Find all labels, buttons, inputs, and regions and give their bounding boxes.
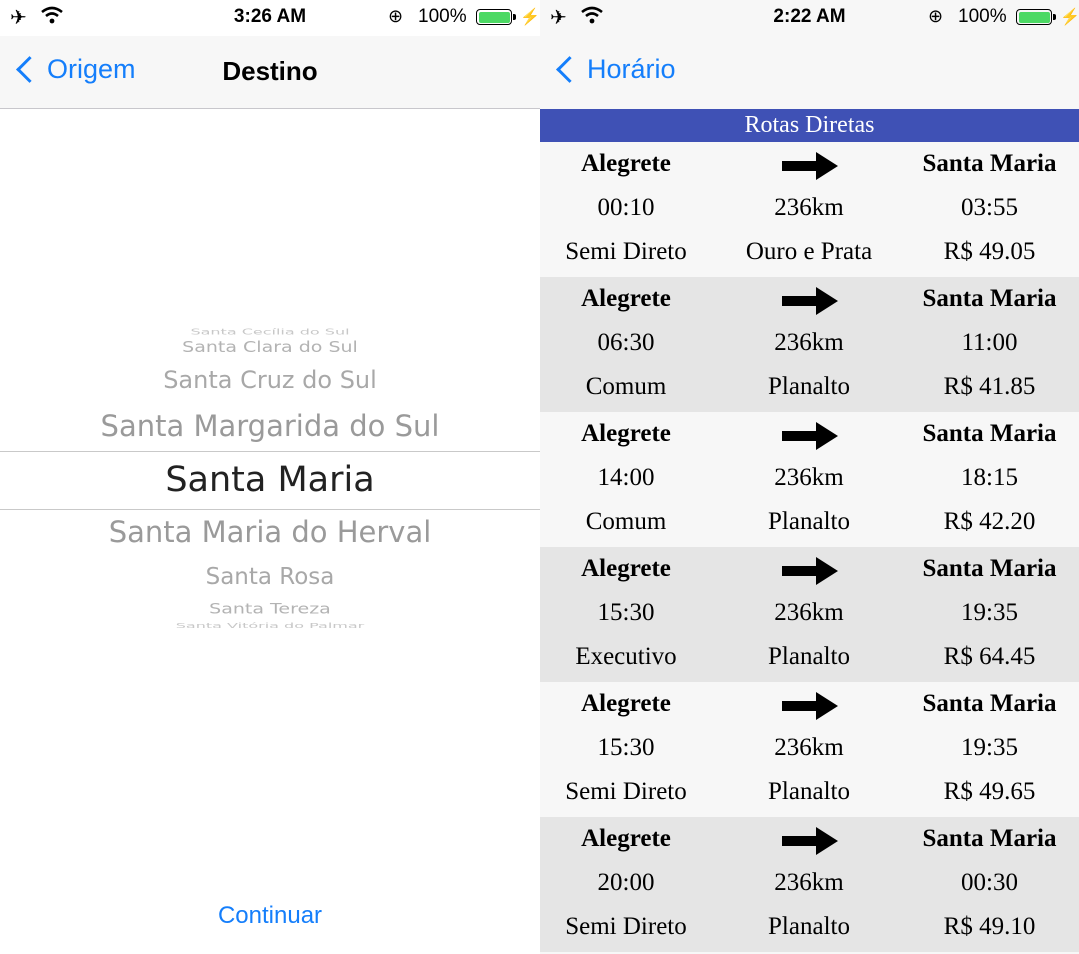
route-row[interactable]: Alegrete Santa Maria 15:30 236km 19:35 Semi D… bbox=[540, 682, 1079, 817]
page-title: Destino bbox=[222, 56, 318, 86]
ticket-price: R$ 49.65 bbox=[943, 778, 1036, 805]
arrival-time: 18:15 bbox=[961, 464, 1018, 491]
picker-item[interactable]: Santa Rosa bbox=[0, 564, 540, 590]
battery-icon bbox=[476, 9, 516, 25]
picker-selected-item[interactable]: Santa Maria bbox=[0, 460, 540, 500]
rotation-lock-icon: ⊕ bbox=[928, 6, 944, 26]
destination-city: Santa Maria bbox=[922, 555, 1057, 582]
route-row[interactable]: Alegrete Santa Maria 06:30 236km 11:00 Comum P… bbox=[540, 277, 1079, 412]
departure-time: 00:10 bbox=[597, 194, 655, 221]
route-row[interactable]: Alegrete Santa Maria 00:10 236km 03:55 Semi D… bbox=[540, 142, 1079, 277]
ticket-price: R$ 49.05 bbox=[943, 238, 1036, 265]
destination-picker-screen: ✈ 3:26 AM ⊕ 100% ⚡ Origem Destino Santa … bbox=[0, 0, 540, 954]
origin-city: Alegrete bbox=[581, 690, 671, 717]
route-row[interactable]: Alegrete Santa Maria 14:00 236km 18:15 Comum P… bbox=[540, 412, 1079, 547]
bus-company: Ouro e Prata bbox=[745, 238, 873, 265]
routes-header: Rotas Diretas bbox=[540, 109, 1079, 142]
arrival-time: 11:00 bbox=[961, 329, 1018, 356]
service-type: Executivo bbox=[575, 643, 677, 670]
origin-city: Alegrete bbox=[581, 825, 671, 852]
bus-company: Planalto bbox=[768, 508, 850, 535]
arrival-time: 00:30 bbox=[961, 869, 1018, 896]
distance: 236km bbox=[774, 734, 844, 761]
departure-time: 15:30 bbox=[597, 734, 655, 761]
city-picker-wheel[interactable]: Santa Cecília do Sul Santa Clara do Sul … bbox=[0, 320, 540, 640]
charging-bolt-icon: ⚡ bbox=[1060, 9, 1079, 26]
distance: 236km bbox=[774, 599, 844, 626]
battery-percent: 100% bbox=[958, 6, 1007, 27]
picker-selection-top-line bbox=[0, 451, 540, 452]
origin-city: Alegrete bbox=[581, 555, 671, 582]
distance: 236km bbox=[774, 194, 844, 221]
destination-city: Santa Maria bbox=[922, 420, 1057, 447]
ticket-price: R$ 42.20 bbox=[943, 508, 1036, 535]
ticket-price: R$ 41.85 bbox=[943, 373, 1036, 400]
departure-time: 06:30 bbox=[597, 329, 655, 356]
departure-time: 14:00 bbox=[597, 464, 655, 491]
picker-item[interactable]: Santa Clara do Sul bbox=[0, 338, 540, 356]
distance: 236km bbox=[774, 329, 844, 356]
service-type: Semi Direto bbox=[565, 778, 687, 805]
destination-city: Santa Maria bbox=[922, 825, 1057, 852]
continue-button[interactable]: Continuar bbox=[0, 902, 540, 930]
battery-icon bbox=[1016, 9, 1056, 25]
arrow-right-icon bbox=[782, 287, 838, 315]
arrow-right-icon bbox=[782, 422, 838, 450]
origin-city: Alegrete bbox=[581, 420, 671, 447]
service-type: Semi Direto bbox=[565, 913, 687, 940]
arrival-time: 19:35 bbox=[961, 599, 1018, 626]
navigation-bar: Origem Destino bbox=[0, 36, 540, 109]
ticket-price: R$ 49.10 bbox=[943, 913, 1036, 940]
destination-city: Santa Maria bbox=[922, 150, 1057, 177]
picker-item[interactable]: Santa Cruz do Sul bbox=[0, 366, 540, 394]
service-type: Semi Direto bbox=[565, 238, 687, 265]
destination-city: Santa Maria bbox=[922, 285, 1057, 312]
departure-time: 15:30 bbox=[597, 599, 655, 626]
picker-selection-bottom-line bbox=[0, 509, 540, 510]
service-type: Comum bbox=[585, 373, 667, 400]
bus-company: Planalto bbox=[768, 643, 850, 670]
ticket-price: R$ 64.45 bbox=[943, 643, 1036, 670]
navigation-bar: Horário bbox=[540, 36, 1079, 108]
arrow-right-icon bbox=[782, 827, 838, 855]
arrow-right-icon bbox=[782, 152, 838, 180]
service-type: Comum bbox=[585, 508, 667, 535]
picker-item[interactable]: Santa Cecília do Sul bbox=[0, 327, 540, 337]
picker-item[interactable]: Santa Tereza bbox=[0, 601, 540, 618]
route-row[interactable]: Alegrete Santa Maria 15:30 236km 19:35 Execut… bbox=[540, 547, 1079, 682]
status-bar: ✈ 2:22 AM ⊕ 100% ⚡ bbox=[540, 0, 1079, 36]
back-button-label: Horário bbox=[587, 54, 676, 84]
status-bar: ✈ 3:26 AM ⊕ 100% ⚡ bbox=[0, 0, 540, 36]
distance: 236km bbox=[774, 464, 844, 491]
battery-percent: 100% bbox=[418, 6, 467, 27]
destination-city: Santa Maria bbox=[922, 690, 1057, 717]
departure-time: 20:00 bbox=[597, 869, 655, 896]
charging-bolt-icon: ⚡ bbox=[520, 9, 540, 26]
schedule-screen: ✈ 2:22 AM ⊕ 100% ⚡ Horário Rotas Diretas… bbox=[540, 0, 1079, 954]
arrival-time: 19:35 bbox=[961, 734, 1018, 761]
distance: 236km bbox=[774, 869, 844, 896]
picker-item[interactable]: Santa Maria do Herval bbox=[0, 515, 540, 549]
picker-item[interactable]: Santa Margarida do Sul bbox=[0, 409, 540, 443]
bus-company: Planalto bbox=[768, 373, 850, 400]
chevron-left-icon bbox=[556, 56, 583, 83]
origin-city: Alegrete bbox=[581, 285, 671, 312]
bus-company: Planalto bbox=[768, 913, 850, 940]
arrow-right-icon bbox=[782, 557, 838, 585]
rotation-lock-icon: ⊕ bbox=[388, 6, 404, 26]
arrow-right-icon bbox=[782, 692, 838, 720]
origin-city: Alegrete bbox=[581, 150, 671, 177]
bus-company: Planalto bbox=[768, 778, 850, 805]
picker-item[interactable]: Santa Vitória do Palmar bbox=[0, 621, 540, 630]
route-row[interactable]: Alegrete Santa Maria 20:00 236km 00:30 Semi D… bbox=[540, 817, 1079, 952]
arrival-time: 03:55 bbox=[961, 194, 1018, 221]
back-button-horario[interactable]: Horário bbox=[554, 54, 676, 85]
